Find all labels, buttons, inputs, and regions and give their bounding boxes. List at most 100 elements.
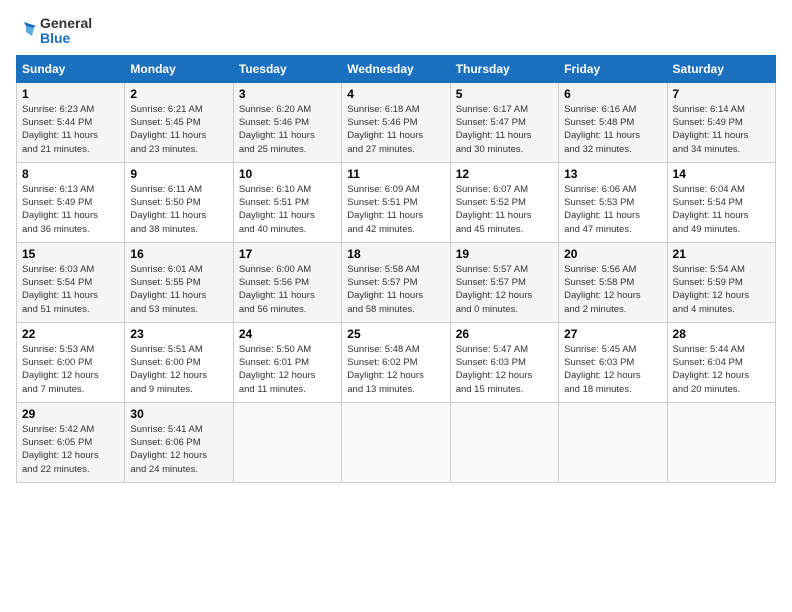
empty-cell [667,402,775,482]
day-number: 21 [673,247,770,261]
day-number: 9 [130,167,227,181]
day-info: Sunrise: 6:10 AM Sunset: 5:51 PM Dayligh… [239,183,336,236]
col-header-tuesday: Tuesday [233,55,341,82]
week-row-3: 15 Sunrise: 6:03 AM Sunset: 5:54 PM Dayli… [17,242,776,322]
day-number: 14 [673,167,770,181]
empty-cell [233,402,341,482]
day-cell-13: 13 Sunrise: 6:06 AM Sunset: 5:53 PM Dayli… [559,162,667,242]
day-number: 24 [239,327,336,341]
day-number: 17 [239,247,336,261]
day-info: Sunrise: 5:53 AM Sunset: 6:00 PM Dayligh… [22,343,119,396]
day-cell-1: 1 Sunrise: 6:23 AM Sunset: 5:44 PM Daylig… [17,82,125,162]
day-info: Sunrise: 6:07 AM Sunset: 5:52 PM Dayligh… [456,183,553,236]
day-info: Sunrise: 5:41 AM Sunset: 6:06 PM Dayligh… [130,423,227,476]
day-cell-2: 2Sunrise: 6:21 AM Sunset: 5:45 PM Daylig… [125,82,233,162]
day-number: 20 [564,247,661,261]
col-header-sunday: Sunday [17,55,125,82]
day-number: 6 [564,87,661,101]
col-header-saturday: Saturday [667,55,775,82]
week-row-4: 22 Sunrise: 5:53 AM Sunset: 6:00 PM Dayli… [17,322,776,402]
day-info: Sunrise: 6:14 AM Sunset: 5:49 PM Dayligh… [673,103,770,156]
day-info: Sunrise: 6:00 AM Sunset: 5:56 PM Dayligh… [239,263,336,316]
day-number: 1 [22,87,119,101]
day-info: Sunrise: 5:56 AM Sunset: 5:58 PM Dayligh… [564,263,661,316]
day-number: 23 [130,327,227,341]
day-number: 13 [564,167,661,181]
day-cell-4: 4 Sunrise: 6:18 AM Sunset: 5:46 PM Daylig… [342,82,450,162]
day-cell-12: 12 Sunrise: 6:07 AM Sunset: 5:52 PM Dayli… [450,162,558,242]
day-cell-20: 20 Sunrise: 5:56 AM Sunset: 5:58 PM Dayli… [559,242,667,322]
day-number: 16 [130,247,227,261]
day-cell-26: 26 Sunrise: 5:47 AM Sunset: 6:03 PM Dayli… [450,322,558,402]
col-header-wednesday: Wednesday [342,55,450,82]
day-info: Sunrise: 5:58 AM Sunset: 5:57 PM Dayligh… [347,263,444,316]
day-number: 7 [673,87,770,101]
day-cell-3: 3Sunrise: 6:20 AM Sunset: 5:46 PM Daylig… [233,82,341,162]
day-info: Sunrise: 6:16 AM Sunset: 5:48 PM Dayligh… [564,103,661,156]
day-info: Sunrise: 5:51 AM Sunset: 6:00 PM Dayligh… [130,343,227,396]
col-header-friday: Friday [559,55,667,82]
day-cell-9: 9 Sunrise: 6:11 AM Sunset: 5:50 PM Daylig… [125,162,233,242]
day-info: Sunrise: 6:18 AM Sunset: 5:46 PM Dayligh… [347,103,444,156]
day-info: Sunrise: 6:06 AM Sunset: 5:53 PM Dayligh… [564,183,661,236]
day-cell-15: 15 Sunrise: 6:03 AM Sunset: 5:54 PM Dayli… [17,242,125,322]
week-row-1: 1 Sunrise: 6:23 AM Sunset: 5:44 PM Daylig… [17,82,776,162]
day-number: 12 [456,167,553,181]
day-number: 22 [22,327,119,341]
week-row-5: 29 Sunrise: 5:42 AM Sunset: 6:05 PM Dayli… [17,402,776,482]
day-number: 2 [130,87,227,101]
day-number: 18 [347,247,444,261]
day-cell-24: 24 Sunrise: 5:50 AM Sunset: 6:01 PM Dayli… [233,322,341,402]
day-info: Sunrise: 6:01 AM Sunset: 5:55 PM Dayligh… [130,263,227,316]
day-info: Sunrise: 6:04 AM Sunset: 5:54 PM Dayligh… [673,183,770,236]
day-info: Sunrise: 5:44 AM Sunset: 6:04 PM Dayligh… [673,343,770,396]
logo-general: General [40,15,92,31]
day-info: Sunrise: 6:13 AM Sunset: 5:49 PM Dayligh… [22,183,119,236]
day-cell-23: 23 Sunrise: 5:51 AM Sunset: 6:00 PM Dayli… [125,322,233,402]
day-cell-27: 27 Sunrise: 5:45 AM Sunset: 6:03 PM Dayli… [559,322,667,402]
empty-cell [342,402,450,482]
day-number: 29 [22,407,119,421]
day-number: 11 [347,167,444,181]
day-cell-30: 30Sunrise: 5:41 AM Sunset: 6:06 PM Dayli… [125,402,233,482]
day-cell-6: 6 Sunrise: 6:16 AM Sunset: 5:48 PM Daylig… [559,82,667,162]
header-row: SundayMondayTuesdayWednesdayThursdayFrid… [17,55,776,82]
day-number: 28 [673,327,770,341]
page-header: GeneralBlue [16,16,776,47]
logo: GeneralBlue [16,16,92,47]
day-info: Sunrise: 5:57 AM Sunset: 5:57 PM Dayligh… [456,263,553,316]
day-info: Sunrise: 6:09 AM Sunset: 5:51 PM Dayligh… [347,183,444,236]
day-info: Sunrise: 6:23 AM Sunset: 5:44 PM Dayligh… [22,103,119,156]
day-cell-11: 11 Sunrise: 6:09 AM Sunset: 5:51 PM Dayli… [342,162,450,242]
day-cell-5: 5Sunrise: 6:17 AM Sunset: 5:47 PM Daylig… [450,82,558,162]
day-info: Sunrise: 5:42 AM Sunset: 6:05 PM Dayligh… [22,423,119,476]
day-number: 15 [22,247,119,261]
logo-blue: Blue [40,30,70,46]
day-info: Sunrise: 5:45 AM Sunset: 6:03 PM Dayligh… [564,343,661,396]
day-info: Sunrise: 5:47 AM Sunset: 6:03 PM Dayligh… [456,343,553,396]
day-info: Sunrise: 6:20 AM Sunset: 5:46 PM Dayligh… [239,103,336,156]
day-info: Sunrise: 6:11 AM Sunset: 5:50 PM Dayligh… [130,183,227,236]
day-info: Sunrise: 5:50 AM Sunset: 6:01 PM Dayligh… [239,343,336,396]
empty-cell [559,402,667,482]
day-cell-21: 21Sunrise: 5:54 AM Sunset: 5:59 PM Dayli… [667,242,775,322]
day-cell-25: 25Sunrise: 5:48 AM Sunset: 6:02 PM Dayli… [342,322,450,402]
day-cell-7: 7 Sunrise: 6:14 AM Sunset: 5:49 PM Daylig… [667,82,775,162]
day-number: 8 [22,167,119,181]
day-cell-8: 8 Sunrise: 6:13 AM Sunset: 5:49 PM Daylig… [17,162,125,242]
day-cell-17: 17 Sunrise: 6:00 AM Sunset: 5:56 PM Dayli… [233,242,341,322]
day-cell-22: 22 Sunrise: 5:53 AM Sunset: 6:00 PM Dayli… [17,322,125,402]
day-info: Sunrise: 6:03 AM Sunset: 5:54 PM Dayligh… [22,263,119,316]
day-number: 10 [239,167,336,181]
day-number: 4 [347,87,444,101]
day-number: 19 [456,247,553,261]
empty-cell [450,402,558,482]
day-cell-16: 16 Sunrise: 6:01 AM Sunset: 5:55 PM Dayli… [125,242,233,322]
col-header-monday: Monday [125,55,233,82]
day-number: 27 [564,327,661,341]
calendar-table: SundayMondayTuesdayWednesdayThursdayFrid… [16,55,776,483]
day-number: 5 [456,87,553,101]
day-cell-18: 18 Sunrise: 5:58 AM Sunset: 5:57 PM Dayli… [342,242,450,322]
day-cell-14: 14 Sunrise: 6:04 AM Sunset: 5:54 PM Dayli… [667,162,775,242]
day-number: 26 [456,327,553,341]
